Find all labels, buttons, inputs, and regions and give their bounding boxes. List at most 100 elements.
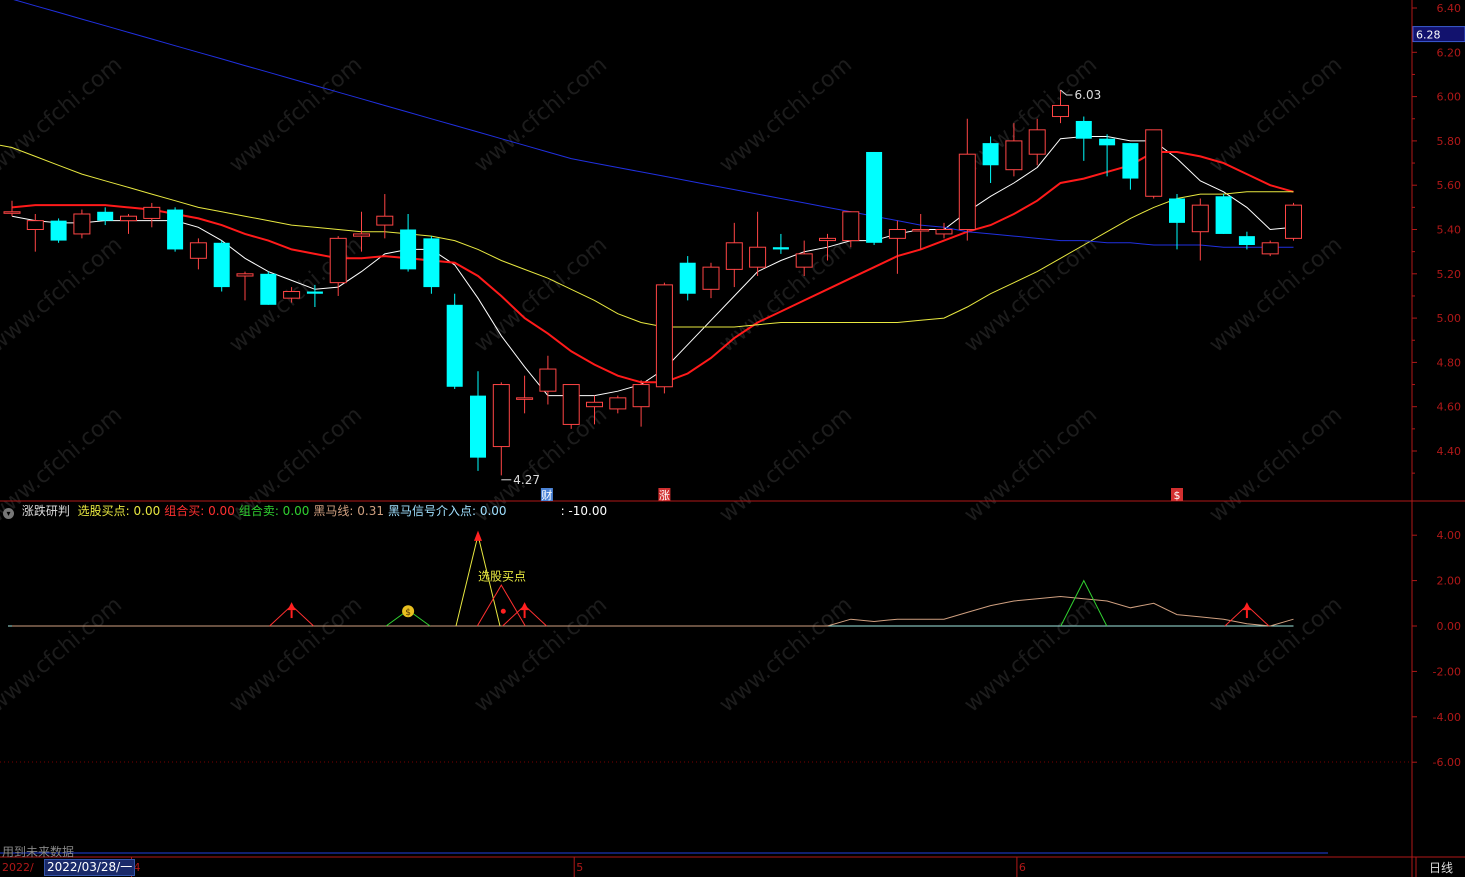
buy-arrow-icon	[474, 530, 482, 541]
candle[interactable]	[1075, 116, 1092, 161]
candle[interactable]	[982, 136, 999, 183]
candle-body	[470, 395, 486, 458]
candlestick-series[interactable]	[3, 89, 1302, 476]
candle-body	[1028, 129, 1046, 155]
candle[interactable]	[1122, 143, 1139, 190]
candle[interactable]	[725, 222, 743, 288]
candle-body	[1052, 104, 1069, 118]
candle-body	[400, 229, 417, 270]
candle[interactable]	[329, 236, 347, 296]
y-tick-label: 6.00	[1437, 91, 1462, 104]
event-markers[interactable]: 财 涨 $	[540, 488, 1183, 502]
watermark-text: www.cfchi.com	[225, 592, 367, 717]
watermark-text: www.cfchi.com	[960, 592, 1102, 717]
watermark-text: www.cfchi.com	[0, 592, 127, 717]
candle[interactable]	[1261, 240, 1279, 257]
candle-body	[1285, 204, 1302, 239]
candle-body	[772, 247, 789, 250]
candle[interactable]	[749, 211, 767, 277]
candle-body	[50, 220, 67, 241]
collapse-icon[interactable]: ▾	[3, 508, 14, 519]
candle[interactable]	[1191, 198, 1209, 261]
candle-body	[1169, 198, 1185, 223]
candle-body	[97, 211, 114, 221]
candle[interactable]	[143, 202, 161, 228]
y-tick-label: 4.40	[1437, 445, 1462, 458]
candle-body	[189, 242, 207, 259]
indicator-value: 黑马线: 0.31	[313, 504, 384, 518]
candle[interactable]	[446, 293, 463, 389]
candle[interactable]	[609, 395, 627, 414]
candle-body	[73, 213, 91, 235]
candle-body	[795, 253, 813, 268]
candle[interactable]	[888, 220, 906, 274]
y-tick-label: 6.40	[1437, 2, 1462, 15]
candle-body	[586, 401, 603, 408]
watermark-text: www.cfchi.com	[960, 52, 1102, 177]
candle-body	[143, 206, 161, 219]
indicator-header: ▾ 涨跌研判 选股买点: 0.00 组合买: 0.00 组合卖: 0.00 黑马线: …	[0, 503, 615, 519]
candle[interactable]	[400, 213, 417, 272]
candle[interactable]	[189, 238, 207, 270]
candle[interactable]	[516, 375, 534, 414]
candle[interactable]	[1169, 194, 1185, 250]
candle-body	[1122, 143, 1139, 179]
indicator-value: : -10.00	[560, 504, 608, 518]
candle[interactable]	[97, 207, 114, 226]
candle-body	[120, 215, 137, 222]
candle[interactable]	[50, 218, 67, 243]
candle[interactable]	[912, 213, 930, 250]
y-tick-label: 6.20	[1437, 46, 1462, 59]
high-label: 6.03	[1075, 88, 1102, 102]
candle[interactable]	[562, 384, 580, 429]
watermark-text: www.cfchi.com	[0, 52, 127, 177]
candle-body	[306, 291, 323, 294]
candle[interactable]	[539, 355, 557, 405]
candle-body	[329, 237, 347, 284]
signal-dot	[500, 608, 506, 614]
candle[interactable]	[655, 282, 673, 394]
candle[interactable]	[1215, 194, 1232, 234]
indicator-value: 组合买: 0.00	[164, 504, 235, 518]
candle-body	[167, 209, 184, 250]
candle[interactable]	[120, 213, 137, 234]
candle[interactable]	[772, 233, 789, 254]
y-tick-label: 4.60	[1437, 401, 1462, 414]
candle-body	[1215, 196, 1232, 234]
candle[interactable]	[492, 382, 510, 476]
candle-body	[1005, 140, 1023, 171]
candle-body	[982, 143, 999, 166]
indicator-title[interactable]: 涨跌研判	[22, 504, 70, 518]
candle[interactable]	[3, 200, 21, 217]
event-marker-label: 财	[541, 488, 552, 502]
candle[interactable]	[167, 207, 184, 252]
y-tick-label: -6.00	[1433, 756, 1461, 769]
candle[interactable]	[73, 209, 91, 239]
y-tick-label: 0.00	[1437, 620, 1462, 633]
x-tick-label: 6	[1019, 861, 1026, 874]
candle-body	[3, 211, 21, 214]
y-axis: 6.40 6.20 6.00 5.80 5.60 5.40 5.20 5.00 4.80 4.60…	[1412, 2, 1465, 769]
chart-canvas[interactable]: www.cfchi.com www.cfchi.com www.cfchi.com w…	[0, 0, 1465, 877]
watermark-text: www.cfchi.com	[715, 402, 857, 527]
candle[interactable]	[423, 236, 440, 294]
watermark-text: www.cfchi.com	[470, 592, 612, 717]
candle[interactable]	[470, 371, 486, 471]
candle[interactable]	[260, 271, 277, 305]
candle-body	[935, 229, 953, 235]
candle-body	[213, 242, 230, 288]
candle[interactable]	[1285, 202, 1302, 241]
y-tick-label: 2.00	[1437, 575, 1462, 588]
y-tick-label: 5.60	[1437, 179, 1462, 192]
candle[interactable]	[866, 151, 883, 246]
candle[interactable]	[213, 240, 230, 292]
y-tick-label: 4.80	[1437, 356, 1462, 369]
candle[interactable]	[958, 118, 976, 241]
candle-body	[842, 211, 860, 242]
candle[interactable]	[632, 380, 650, 427]
candle[interactable]	[679, 256, 696, 301]
candle[interactable]	[236, 271, 254, 301]
candle[interactable]	[702, 262, 720, 299]
candle[interactable]	[1145, 129, 1163, 199]
period-button[interactable]: 日线	[1417, 860, 1465, 877]
